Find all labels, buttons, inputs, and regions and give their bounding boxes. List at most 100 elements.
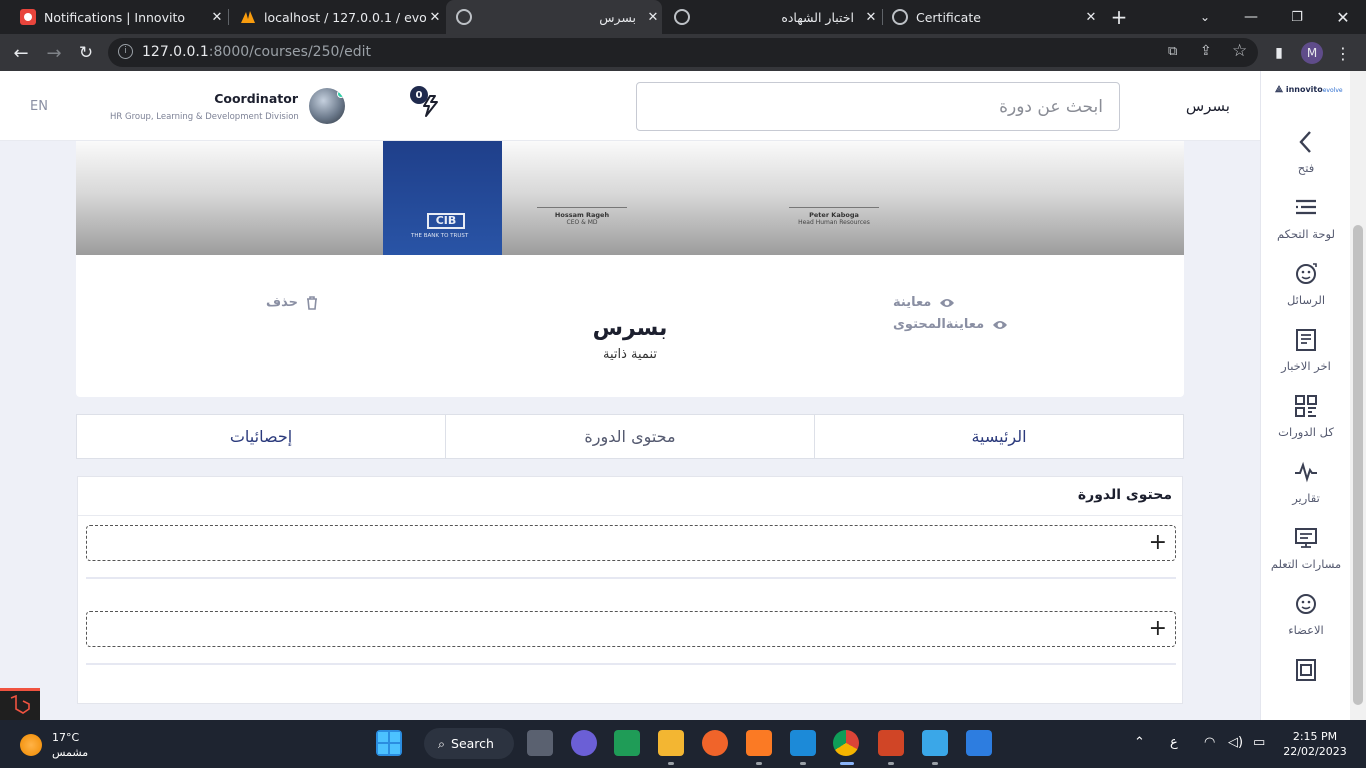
innovito-favicon-icon <box>20 9 36 25</box>
menu-kebab-icon[interactable]: ⋮ <box>1330 40 1356 66</box>
avatar[interactable] <box>309 88 345 124</box>
tab-home[interactable]: الرئيسية <box>815 415 1183 458</box>
back-arrow-icon[interactable]: ← <box>8 40 34 66</box>
browser-tab-certificate[interactable]: Certificate ✕ <box>884 0 1100 34</box>
cib-logo: CIB <box>427 213 465 229</box>
system-clock[interactable]: 2:15 PM 22/02/2023 <box>1280 729 1350 759</box>
notifications-button[interactable]: 0 <box>410 86 444 120</box>
tab-search-chevron-icon[interactable]: ⌄ <box>1192 4 1218 30</box>
new-tab-button[interactable]: + <box>1106 4 1132 30</box>
course-title: بسرس <box>592 316 668 341</box>
delete-button[interactable]: حذف <box>266 295 318 310</box>
signature-block: Hossam Rageh CEO & MD <box>537 207 627 226</box>
app-header: EN Coordinator HR Group, Learning & Deve… <box>0 71 1260 141</box>
search-input[interactable] <box>637 83 1119 130</box>
profile-avatar-button[interactable]: M <box>1299 40 1325 66</box>
activity-icon <box>1295 461 1317 483</box>
browser-tab-certificate-test[interactable]: اختبار الشهاده ✕ <box>664 0 880 34</box>
browser-tab-notifications[interactable]: Notifications | Innovito ✕ <box>8 0 226 34</box>
globe-icon <box>674 9 690 25</box>
close-icon[interactable]: ✕ <box>426 10 444 25</box>
tab-course-content[interactable]: محتوى الدورة <box>446 415 815 458</box>
sidebar-item-all-courses[interactable]: كل الدورات <box>1261 393 1351 439</box>
input-language[interactable]: ع <box>1170 735 1178 750</box>
powerpoint-icon[interactable] <box>878 730 904 756</box>
weather-widget[interactable]: 17°C مشمس <box>20 730 88 760</box>
taskbar-search[interactable]: ⌕ Search <box>424 728 514 759</box>
sidebar-item-reports[interactable]: تقارير <box>1261 459 1351 505</box>
windows-start-icon[interactable] <box>376 730 402 756</box>
sidebar-item-more[interactable] <box>1261 657 1351 689</box>
course-info-card: معاينة معاينةالمحتوى حذف بسرس تنمية ذاتي… <box>76 255 1184 397</box>
plus-icon[interactable]: + <box>1149 617 1167 641</box>
innovito-logo[interactable]: ⟁ innovitoevolve <box>1275 85 1343 95</box>
restore-button[interactable]: ❐ <box>1284 4 1310 30</box>
teams-chat-icon[interactable] <box>571 730 597 756</box>
sidebar-item-open[interactable]: فتح <box>1261 129 1351 175</box>
scrollbar-thumb[interactable] <box>1353 225 1363 705</box>
side-panel-icon[interactable]: ▮ <box>1266 40 1292 66</box>
eye-icon <box>940 298 955 307</box>
logo-mark-icon: ⟁ <box>1275 85 1284 95</box>
address-bar[interactable]: i 127.0.0.1:8000/courses/250/edit ⧉ ⇪ ☆ <box>108 38 1258 67</box>
translate-icon[interactable]: ⧉ <box>1168 44 1177 59</box>
sidebar-item-members[interactable]: الاعضاء <box>1261 591 1351 637</box>
reload-icon[interactable]: ↻ <box>73 40 99 66</box>
notepad-icon[interactable] <box>922 730 948 756</box>
app-green-icon[interactable] <box>614 730 640 756</box>
close-icon[interactable]: ✕ <box>644 10 662 25</box>
volume-icon[interactable]: ◁) <box>1228 735 1243 750</box>
postman-icon[interactable] <box>702 730 728 756</box>
laravel-debugbar-button[interactable] <box>0 688 40 720</box>
course-search <box>636 82 1120 131</box>
bookmark-star-icon[interactable]: ☆ <box>1232 41 1247 61</box>
browser-tab-active-course[interactable]: بسرس ✕ <box>446 0 662 34</box>
browser-tab-phpmyadmin[interactable]: localhost / 127.0.0.1 / evolve ✕ <box>230 0 444 34</box>
minimize-button[interactable]: — <box>1238 4 1264 30</box>
chrome-icon[interactable] <box>833 730 859 756</box>
course-category: تنمية ذاتية <box>603 347 657 362</box>
forward-arrow-icon[interactable]: → <box>41 40 67 66</box>
chevron-left-icon <box>1299 131 1311 153</box>
sidebar-item-messages[interactable]: الرسائل <box>1261 261 1351 307</box>
page-viewport: EN Coordinator HR Group, Learning & Deve… <box>0 71 1366 720</box>
window-close-button[interactable]: ✕ <box>1330 4 1356 30</box>
course-cover-image: CIB THE BANK TO TRUST Hossam Rageh CEO & … <box>76 141 1184 255</box>
search-icon: ⌕ <box>438 735 446 751</box>
xampp-icon[interactable] <box>746 730 772 756</box>
user-role: Coordinator HR Group, Learning & Develop… <box>110 91 299 122</box>
plus-icon[interactable]: + <box>1149 531 1167 555</box>
sidebar-item-learning-paths[interactable]: مسارات التعلم <box>1261 525 1351 571</box>
close-icon[interactable]: ✕ <box>1082 10 1100 25</box>
add-section-dropzone[interactable]: + <box>86 525 1176 561</box>
preview-button[interactable]: معاينة <box>893 295 955 310</box>
close-icon[interactable]: ✕ <box>862 10 880 25</box>
sidebar-item-dashboard[interactable]: لوحة التحكم <box>1261 195 1351 241</box>
browser-toolbar: ← → ↻ i 127.0.0.1:8000/courses/250/edit … <box>0 34 1366 71</box>
file-explorer-icon[interactable] <box>658 730 684 756</box>
globe-icon <box>456 9 472 25</box>
add-section-dropzone[interactable]: + <box>86 611 1176 647</box>
sidebar-item-news[interactable]: اخر الاخبار <box>1261 327 1351 373</box>
cib-brand-panel: CIB THE BANK TO TRUST <box>383 141 502 255</box>
share-icon[interactable]: ⇪ <box>1200 43 1212 59</box>
browser-tab-strip: Notifications | Innovito ✕ localhost / 1… <box>0 0 1366 34</box>
language-toggle[interactable]: EN <box>30 99 48 114</box>
url-host: 127.0.0.1 <box>142 44 209 60</box>
wifi-icon[interactable]: ◠ <box>1204 735 1215 750</box>
course-content-panel: محتوى الدورة + + <box>77 476 1183 704</box>
vscode-icon[interactable] <box>790 730 816 756</box>
battery-icon[interactable]: ▭ <box>1253 735 1265 750</box>
task-view-icon[interactable] <box>527 730 553 756</box>
close-icon[interactable]: ✕ <box>208 10 226 25</box>
role-title: Coordinator <box>214 91 298 106</box>
site-info-icon[interactable]: i <box>118 44 133 59</box>
tab-statistics[interactable]: إحصائيات <box>77 415 446 458</box>
sun-icon <box>20 734 42 756</box>
section-divider <box>86 663 1176 665</box>
browser-tab-title: Notifications | Innovito <box>44 9 185 25</box>
news-icon <box>1296 329 1316 351</box>
dashboard-lines-icon <box>1296 199 1316 215</box>
tray-overflow-chevron-icon[interactable]: ⌃ <box>1134 735 1145 750</box>
photos-icon[interactable] <box>966 730 992 756</box>
